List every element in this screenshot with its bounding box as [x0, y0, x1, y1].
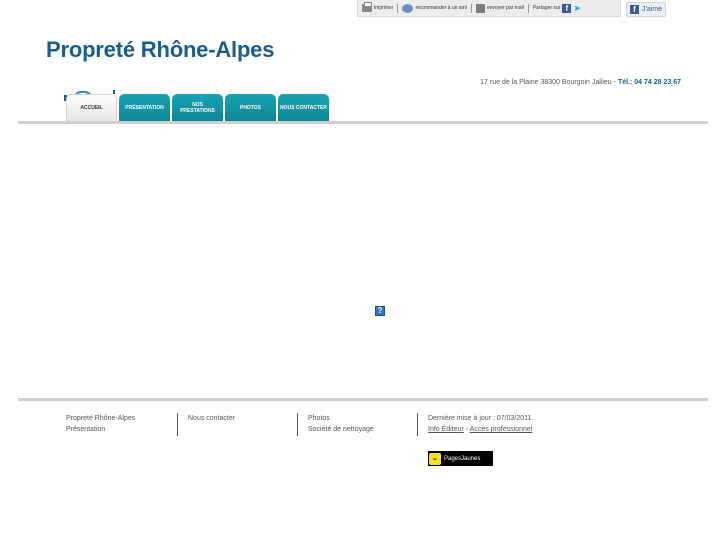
- footer-legal-links: Info Éditeur - Accès professionnel: [428, 424, 532, 435]
- address-text: 17 rue de la Plaine 38300 Bourgoin Jalli…: [480, 79, 612, 86]
- recommend-label: recommander à un ami: [415, 5, 467, 11]
- info-editeur-link[interactable]: Info Éditeur: [428, 426, 464, 433]
- pagesjaunes-label: PagesJaunes: [444, 455, 481, 462]
- footer-link-home[interactable]: Propreté Rhône-Alpes: [66, 413, 135, 424]
- acces-pro-link[interactable]: Accès professionnel: [470, 426, 533, 433]
- printer-icon: [362, 2, 372, 12]
- footer-col-3: Photos Société de nettoyage: [297, 413, 374, 436]
- phone-number: Tél.: 04 74 28 23 67: [617, 79, 681, 86]
- footer-link-contact[interactable]: Nous contacter: [188, 413, 235, 424]
- toolbar-divider: [397, 3, 399, 13]
- share-group: Partager sur f ➤: [532, 3, 581, 13]
- facebook-like-button[interactable]: f J'aime: [626, 2, 666, 17]
- print-link[interactable]: imprimer: [362, 2, 394, 12]
- footer-link-presentation[interactable]: Présentation: [66, 424, 135, 435]
- tab-photos[interactable]: PHOTOS: [225, 94, 276, 121]
- last-update: Dernière mise à jour : 07/03/2011: [428, 415, 532, 422]
- like-label: J'aime: [642, 6, 663, 13]
- address-separator: -: [613, 79, 616, 86]
- facebook-icon[interactable]: f: [562, 3, 572, 13]
- footer-divider: [18, 398, 708, 401]
- tab-accueil[interactable]: ACCUEIL: [66, 94, 117, 121]
- tab-presentation[interactable]: PRÉSENTATION: [119, 94, 170, 121]
- email-label: envoyer par mail: [486, 5, 524, 11]
- toolbar-divider: [470, 3, 472, 13]
- pagesjaunes-badge[interactable]: ᵕ PagesJaunes: [428, 451, 493, 466]
- nav-divider: [18, 121, 708, 124]
- print-label: imprimer: [374, 5, 394, 11]
- footer-link-nettoyage[interactable]: Société de nettoyage: [308, 424, 374, 435]
- tab-nos-prestations[interactable]: NOS PRESTATIONS: [172, 94, 223, 121]
- toolbar-divider: [527, 3, 529, 13]
- email-icon: [475, 3, 485, 13]
- recommend-icon: [402, 3, 414, 13]
- share-toolbar: imprimer recommander à un ami envoyer pa…: [357, 0, 621, 17]
- contact-address: 17 rue de la Plaine 38300 Bourgoin Jalli…: [480, 79, 681, 86]
- facebook-icon: f: [630, 5, 639, 14]
- footer-link-photos[interactable]: Photos: [308, 413, 374, 424]
- main-nav: ACCUEIL PRÉSENTATION NOS PRESTATIONS PHO…: [66, 94, 329, 121]
- share-label: Partager sur: [532, 5, 561, 11]
- recommend-link[interactable]: recommander à un ami: [402, 3, 467, 13]
- site-title[interactable]: Propreté Rhône-Alpes: [46, 37, 274, 63]
- tab-nous-contacter[interactable]: NOUS CONTACTER: [278, 94, 329, 121]
- email-link[interactable]: envoyer par mail: [475, 3, 524, 13]
- footer-col-1: Propreté Rhône-Alpes Présentation: [66, 413, 135, 435]
- broken-image-icon: ?: [375, 306, 385, 316]
- footer-col-2: Nous contacter: [177, 413, 235, 436]
- pagesjaunes-logo: ᵕ: [429, 452, 441, 465]
- footer-col-4: Dernière mise à jour : 07/03/2011 Info É…: [417, 413, 532, 436]
- twitter-icon[interactable]: ➤: [573, 3, 581, 13]
